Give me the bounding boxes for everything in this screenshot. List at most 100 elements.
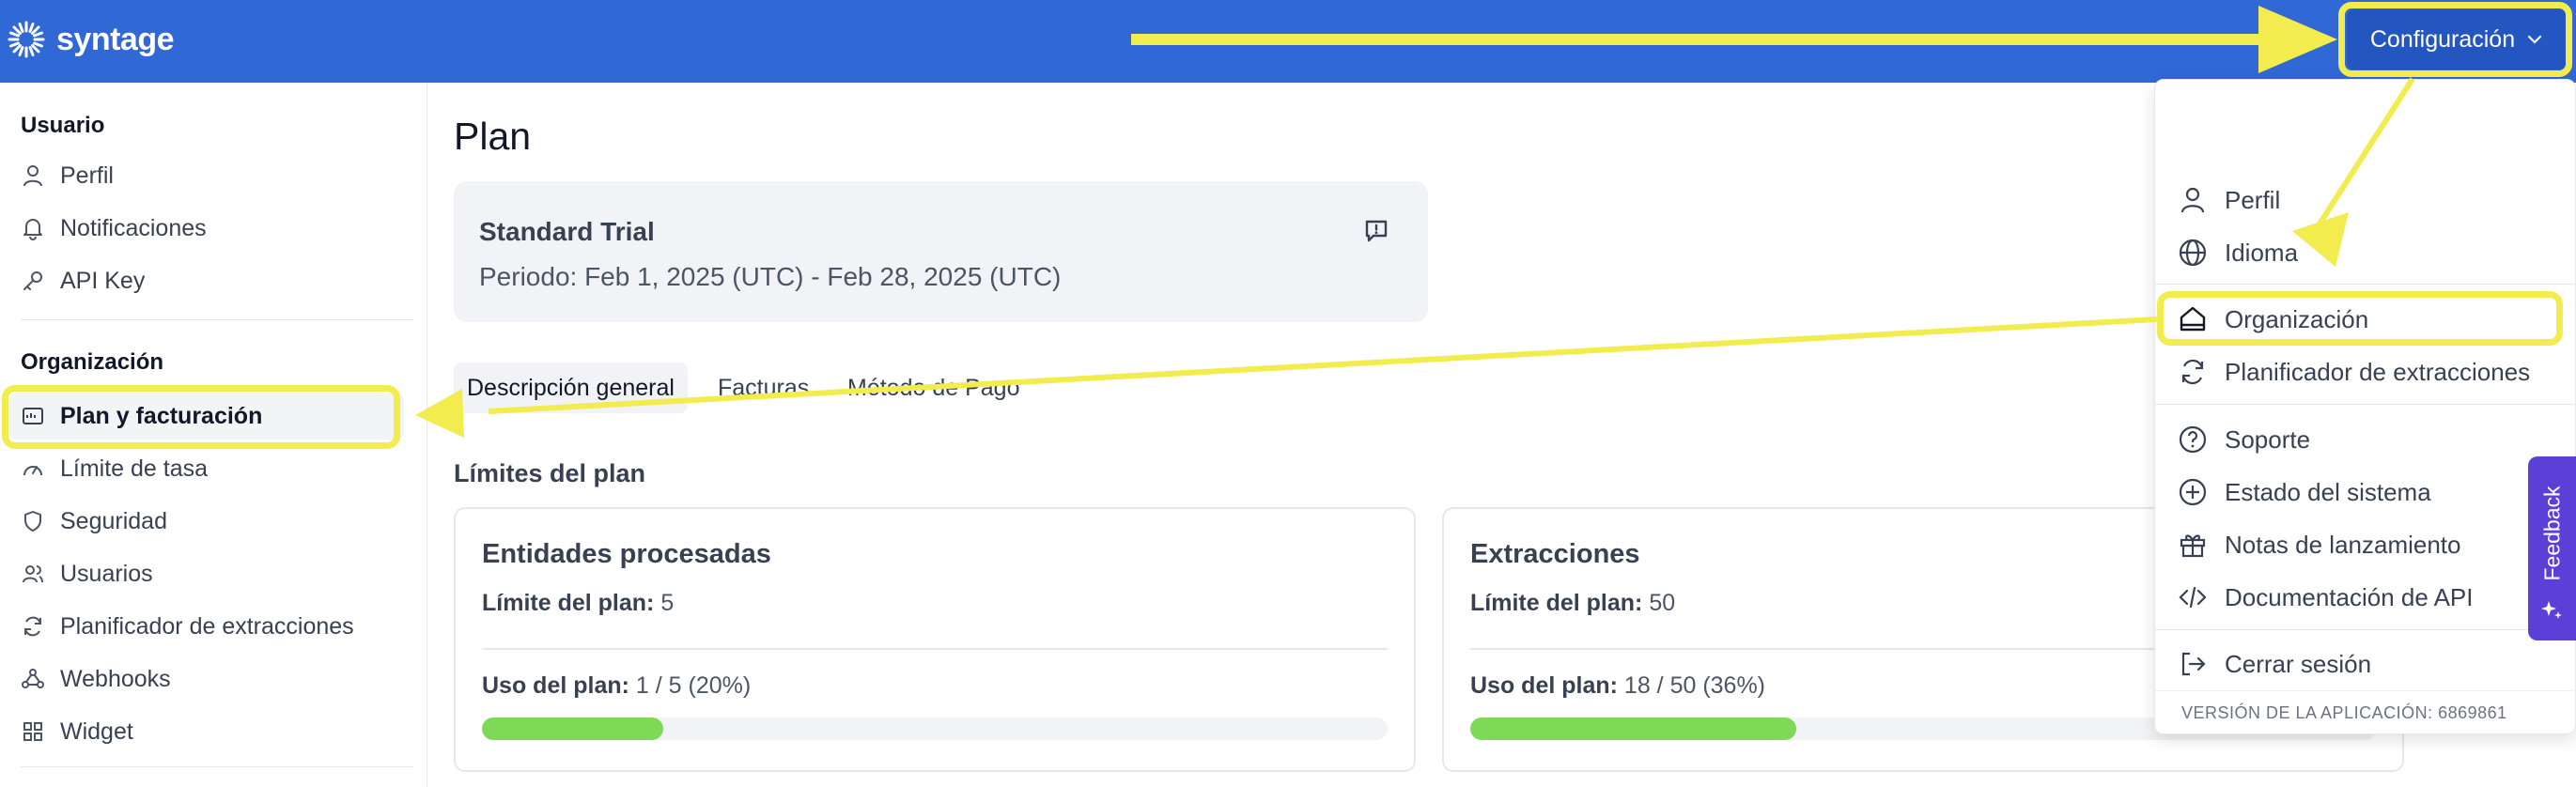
sidebar-item-webhooks[interactable]: Webhooks: [9, 656, 404, 702]
sidebar-item-perfil[interactable]: Perfil: [9, 152, 404, 199]
menu-item-notas-lanzamiento[interactable]: Notas de lanzamiento: [2155, 520, 2576, 569]
menu-item-label: Idioma: [2225, 238, 2299, 267]
users-icon: [23, 565, 43, 583]
key-icon: [23, 271, 42, 290]
limits-title: Límites del plan: [454, 459, 646, 487]
sidebar-item-seguridad[interactable]: Seguridad: [9, 498, 404, 545]
usage-progress-fill: [1470, 718, 1797, 740]
status-icon: [2179, 478, 2207, 506]
menu-item-label: Perfil: [2225, 185, 2281, 214]
plan-usage-label: Uso del plan:: [1470, 672, 1618, 699]
webhook-icon: [22, 669, 44, 688]
plan-name: Standard Trial: [479, 217, 655, 246]
syntage-logo[interactable]: syntage: [6, 19, 175, 60]
plan-limit-line: Límite del plan: 5: [482, 590, 674, 617]
sidebar-divider: [21, 319, 413, 320]
menu-item-estado-sistema[interactable]: Estado del sistema: [2155, 468, 2576, 517]
code-icon: [2179, 586, 2207, 609]
sidebar-item-label: Planificador de extracciones: [60, 612, 354, 640]
card-divider: [482, 648, 1388, 650]
message-alert-icon[interactable]: [1362, 217, 1390, 245]
sidebar-item-usuarios[interactable]: Usuarios: [9, 550, 404, 597]
menu-item-soporte[interactable]: Soporte: [2155, 415, 2576, 464]
sidebar-item-label: Webhooks: [60, 665, 171, 692]
gauge-icon: [23, 466, 42, 476]
menu-item-label: Soporte: [2225, 424, 2311, 454]
plan-period: Periodo: Feb 1, 2025 (UTC) - Feb 28, 202…: [479, 262, 1062, 291]
tab-descripcion-general[interactable]: Descripción general: [454, 363, 688, 413]
sidebar-item-label: Perfil: [60, 162, 114, 189]
menu-item-label: Estado del sistema: [2225, 477, 2431, 506]
sidebar-item-label: Notificaciones: [60, 214, 207, 241]
top-bar: syntage Configuración: [0, 0, 2576, 83]
menu-item-cerrar-sesion[interactable]: Cerrar sesión: [2155, 640, 2576, 688]
plan-usage-value: 1 / 5 (20%): [635, 672, 752, 699]
shield-icon: [24, 511, 41, 532]
configuracion-dropdown: Perfil Idioma Organización Planificador …: [2154, 79, 2576, 734]
plan-usage-label: Uso del plan:: [482, 672, 629, 699]
sidebar-item-limite-tasa[interactable]: Límite de tasa: [9, 445, 404, 492]
user-icon: [23, 165, 42, 187]
menu-item-organizacion[interactable]: Organización: [2155, 295, 2576, 344]
plan-limit-value: 5: [660, 590, 675, 616]
sidebar: Usuario Perfil Notificaciones API Key Or…: [0, 83, 427, 787]
page-title: Plan: [454, 115, 532, 158]
logo-icon: [8, 21, 45, 58]
plan-usage-line: Uso del plan: 1 / 5 (20%): [482, 672, 751, 700]
sidebar-item-planificador[interactable]: Planificador de extracciones: [9, 603, 404, 650]
refresh-icon: [24, 616, 41, 637]
limit-card-title: Extracciones: [1470, 539, 1640, 569]
user-icon: [2180, 187, 2205, 213]
sidebar-item-widget[interactable]: Widget: [9, 708, 404, 755]
menu-item-documentacion-api[interactable]: Documentación de API: [2155, 573, 2576, 622]
menu-divider: [2155, 404, 2576, 405]
sidebar-item-label: Plan y facturación: [60, 402, 263, 429]
plan-usage-value: 18 / 50 (36%): [1623, 672, 1766, 699]
plan-limit-label: Límite del plan:: [482, 590, 655, 616]
menu-item-label: Planificador de extracciones: [2225, 357, 2531, 386]
refresh-icon: [2181, 359, 2204, 385]
bell-icon: [23, 219, 42, 240]
tab-metodo-pago[interactable]: Método de Pago: [834, 363, 1032, 413]
menu-item-planificador[interactable]: Planificador de extracciones: [2155, 347, 2576, 396]
billing-icon: [23, 408, 43, 424]
menu-divider: [2155, 284, 2576, 285]
limit-card-title: Entidades procesadas: [482, 539, 771, 569]
globe-icon: [2179, 239, 2207, 267]
menu-divider: [2155, 629, 2576, 630]
tab-facturas[interactable]: Facturas: [705, 363, 822, 413]
menu-item-label: Cerrar sesión: [2225, 649, 2372, 678]
sidebar-item-api-key[interactable]: API Key: [9, 257, 404, 304]
limit-card-entidades: Entidades procesadas Límite del plan: 5 …: [454, 507, 1416, 772]
sidebar-item-label: Usuarios: [60, 560, 153, 587]
sidebar-item-label: Widget: [60, 718, 133, 745]
grid-icon: [23, 722, 42, 741]
configuracion-button[interactable]: Configuración: [2347, 9, 2567, 69]
menu-item-label: Notas de lanzamiento: [2225, 530, 2461, 559]
plan-limit-value: 50: [1649, 590, 1676, 616]
menu-item-perfil[interactable]: Perfil: [2155, 176, 2576, 224]
menu-item-idioma[interactable]: Idioma: [2155, 228, 2576, 277]
feedback-label: Feedback: [2539, 486, 2564, 581]
usage-progress-bar: [482, 718, 1388, 740]
gift-icon: [2180, 534, 2206, 558]
menu-item-label: Organización: [2225, 304, 2369, 333]
sidebar-section-usuario: Usuario: [21, 113, 105, 138]
home-icon: [2180, 306, 2206, 332]
help-circle-icon: [2179, 425, 2207, 454]
sparkle-icon: [2541, 601, 2562, 619]
sidebar-item-label: Seguridad: [60, 507, 167, 534]
app-version: VERSIÓN DE LA APLICACIÓN: 6869861: [2181, 703, 2507, 722]
sidebar-item-plan-facturacion[interactable]: Plan y facturación: [9, 393, 404, 440]
plan-usage-line: Uso del plan: 18 / 50 (36%): [1470, 672, 1765, 700]
plan-limit-line: Límite del plan: 50: [1470, 590, 1675, 617]
sidebar-divider: [21, 766, 413, 767]
plan-card: Standard Trial Periodo: Feb 1, 2025 (UTC…: [454, 181, 1428, 322]
sidebar-item-notificaciones[interactable]: Notificaciones: [9, 205, 404, 252]
feedback-tab[interactable]: Feedback: [2528, 456, 2576, 640]
logout-icon: [2181, 652, 2206, 676]
configuracion-label: Configuración: [2369, 25, 2516, 53]
sidebar-item-label: API Key: [60, 267, 146, 294]
app-name: syntage: [56, 21, 175, 57]
menu-divider: [2155, 690, 2576, 691]
